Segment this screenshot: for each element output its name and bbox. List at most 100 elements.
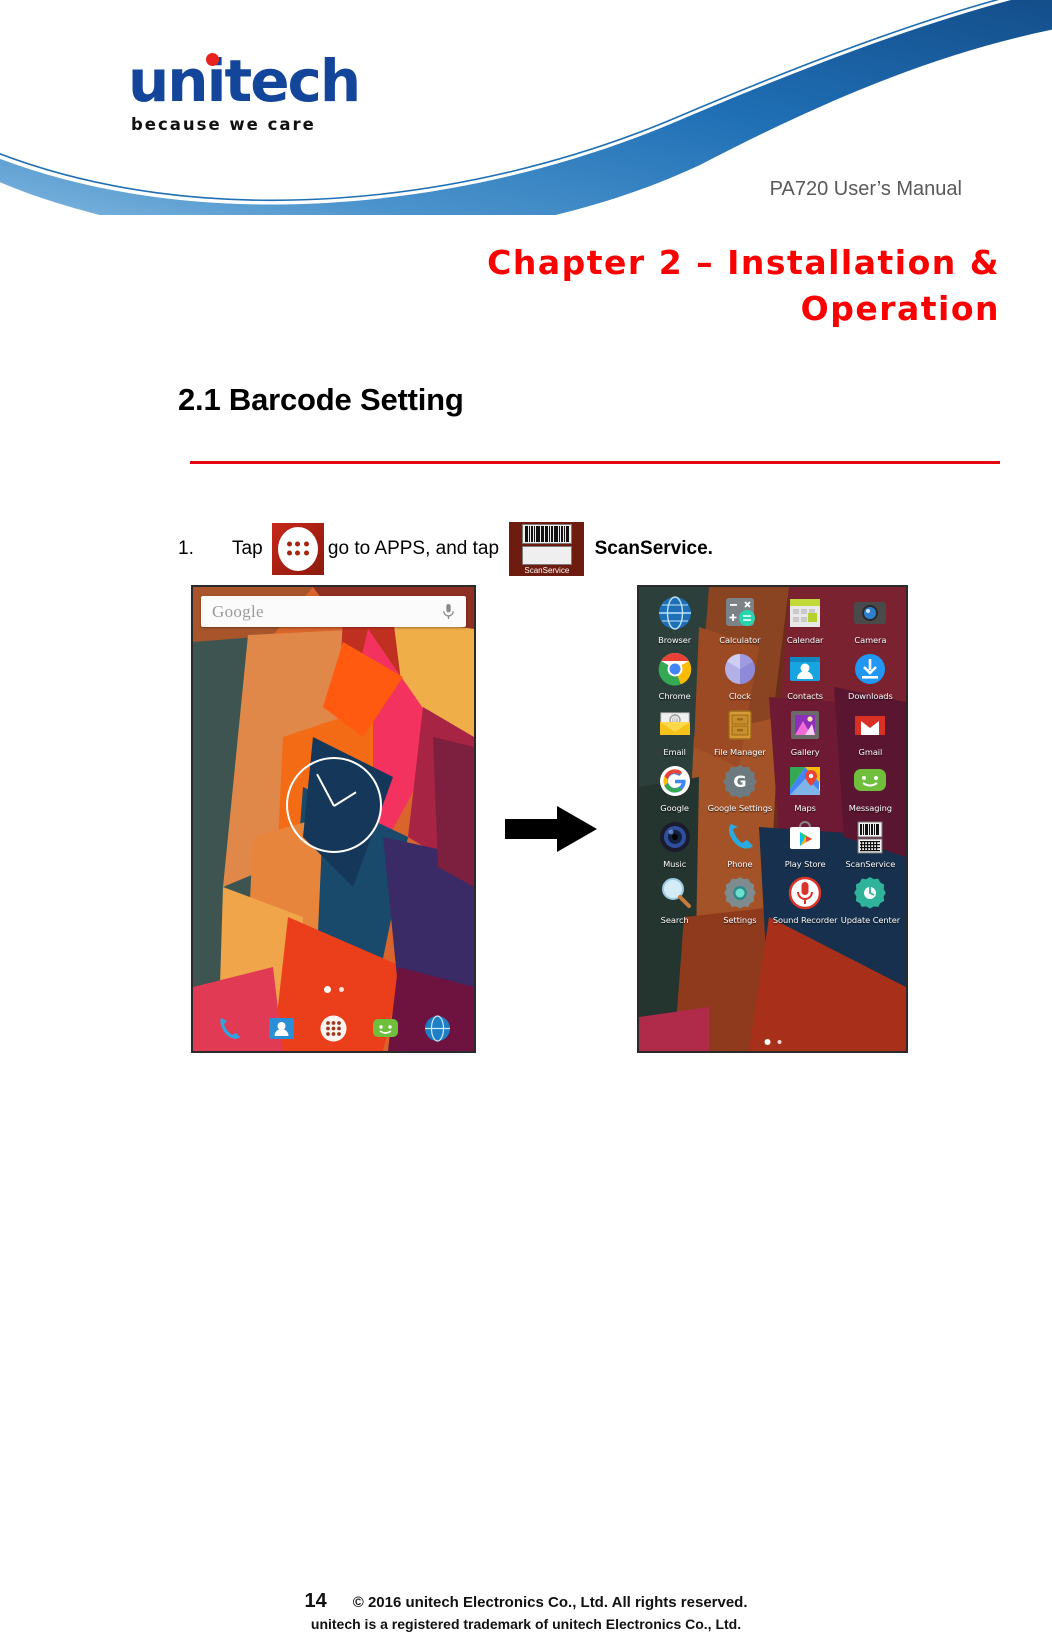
page-dot[interactable]: [338, 987, 344, 992]
app-label: Clock: [728, 691, 751, 701]
app-messaging[interactable]: Messaging: [838, 761, 903, 813]
chapter-title-line2: Operation: [800, 288, 1000, 328]
sound-recorder-icon: [785, 873, 825, 913]
app-label: Sound Recorder: [772, 915, 838, 925]
page-dot-active[interactable]: [323, 986, 331, 993]
app-label: Gallery: [790, 747, 820, 757]
app-browser[interactable]: Browser: [642, 593, 707, 645]
camera-icon: [850, 593, 890, 633]
app-label: Search: [660, 915, 689, 925]
page-header: unitech because we care PA720 User’s Man…: [0, 0, 1052, 215]
app-calculator[interactable]: Calculator: [707, 593, 772, 645]
apps-drawer-screenshot: Browser Calculator Calendar Camera Chrom…: [637, 585, 908, 1053]
step-text-bold: ScanService.: [594, 538, 713, 560]
app-clock[interactable]: Clock: [707, 649, 772, 701]
dock-item-phone[interactable]: [214, 1013, 245, 1044]
clock-widget[interactable]: [285, 757, 382, 853]
trademark-text: unitech is a registered trademark of uni…: [310, 1616, 742, 1632]
app-label: Update Center: [840, 915, 901, 925]
gallery-icon: [785, 705, 825, 745]
page-dot[interactable]: [777, 1040, 781, 1044]
file-manager-icon: [720, 705, 760, 745]
home-dock: [193, 1005, 474, 1051]
search-icon: [655, 873, 695, 913]
apps-drawer-icon: [271, 523, 324, 575]
email-icon: @: [655, 705, 695, 745]
step-text-before: Tap: [232, 538, 263, 560]
browser-icon: [655, 593, 695, 633]
scanservice-icon: [850, 817, 890, 857]
page-dot-active[interactable]: [764, 1039, 770, 1045]
dock-item-messaging[interactable]: [370, 1013, 401, 1044]
app-label: Gmail: [858, 747, 883, 757]
app-music[interactable]: Music: [642, 817, 707, 869]
chrome-icon: [655, 649, 695, 689]
home-screen-screenshot: Google: [191, 585, 476, 1053]
step-text-middle: go to APPS, and tap: [327, 538, 500, 560]
maps-icon: [785, 761, 825, 801]
app-label: Camera: [854, 635, 887, 645]
unitech-logo: unitech because we care: [128, 52, 428, 134]
dock-item-contacts[interactable]: [266, 1013, 297, 1044]
app-label: Maps: [794, 803, 816, 813]
home-page-indicator: [323, 986, 344, 993]
app-calendar[interactable]: Calendar: [773, 593, 838, 645]
app-google-settings[interactable]: G Google Settings: [707, 761, 772, 813]
logo-red-dot-icon: [206, 53, 219, 66]
page-footer: 14 © 2016 unitech Electronics Co., Ltd. A…: [0, 1590, 1052, 1632]
section-heading: 2.1 Barcode Setting: [178, 382, 464, 417]
music-icon: [655, 817, 695, 857]
app-downloads[interactable]: Downloads: [838, 649, 903, 701]
app-maps[interactable]: Maps: [773, 761, 838, 813]
gmail-icon: [850, 705, 890, 745]
app-label: Google Settings: [707, 803, 773, 813]
scanservice-icon-caption: ScanService: [524, 566, 570, 575]
app-google[interactable]: Google: [642, 761, 707, 813]
apps-page-indicator: [764, 1039, 781, 1045]
clock-minute-hand: [315, 773, 335, 807]
step-number: 1.: [178, 538, 194, 560]
logo-tagline: because we care: [131, 115, 316, 134]
app-update-center[interactable]: Update Center: [838, 873, 903, 925]
app-chrome[interactable]: Chrome: [642, 649, 707, 701]
clock-hour-hand: [332, 791, 357, 807]
app-phone[interactable]: Phone: [707, 817, 772, 869]
app-file-manager[interactable]: File Manager: [707, 705, 772, 757]
app-settings[interactable]: Settings: [707, 873, 772, 925]
dock-item-browser[interactable]: [422, 1013, 453, 1044]
search-input[interactable]: Google: [212, 602, 264, 622]
apps-grid: Browser Calculator Calendar Camera Chrom…: [639, 593, 906, 925]
play-store-icon: [785, 817, 825, 857]
calendar-icon: [785, 593, 825, 633]
app-label: Phone: [727, 859, 753, 869]
app-label: Browser: [658, 635, 692, 645]
app-camera[interactable]: Camera: [838, 593, 903, 645]
microphone-icon[interactable]: [442, 603, 455, 621]
app-sound-recorder[interactable]: Sound Recorder: [773, 873, 838, 925]
app-label: Messaging: [848, 803, 892, 813]
app-label: Chrome: [658, 691, 691, 701]
app-gmail[interactable]: Gmail: [838, 705, 903, 757]
app-search[interactable]: Search: [642, 873, 707, 925]
google-settings-icon: G: [720, 761, 760, 801]
app-label: Play Store: [784, 859, 826, 869]
google-search-bar[interactable]: Google: [201, 596, 466, 627]
app-email[interactable]: @ Email: [642, 705, 707, 757]
app-label: Email: [663, 747, 686, 757]
app-gallery[interactable]: Gallery: [773, 705, 838, 757]
clock-icon: [720, 649, 760, 689]
app-label: Google: [660, 803, 689, 813]
app-label: Calendar: [786, 635, 824, 645]
app-scanservice[interactable]: ScanService: [838, 817, 903, 869]
app-label: Contacts: [787, 691, 824, 701]
step-1: 1. Tap go to APPS, and tap ScanService Sc…: [178, 522, 1008, 576]
calculator-icon: [720, 593, 760, 633]
app-label: File Manager: [714, 747, 766, 757]
app-contacts[interactable]: Contacts: [773, 649, 838, 701]
settings-icon: [720, 873, 760, 913]
app-label: Downloads: [848, 691, 893, 701]
app-play-store[interactable]: Play Store: [773, 817, 838, 869]
google-icon: [655, 761, 695, 801]
dock-item-apps[interactable]: [318, 1013, 349, 1044]
update-center-icon: [850, 873, 890, 913]
